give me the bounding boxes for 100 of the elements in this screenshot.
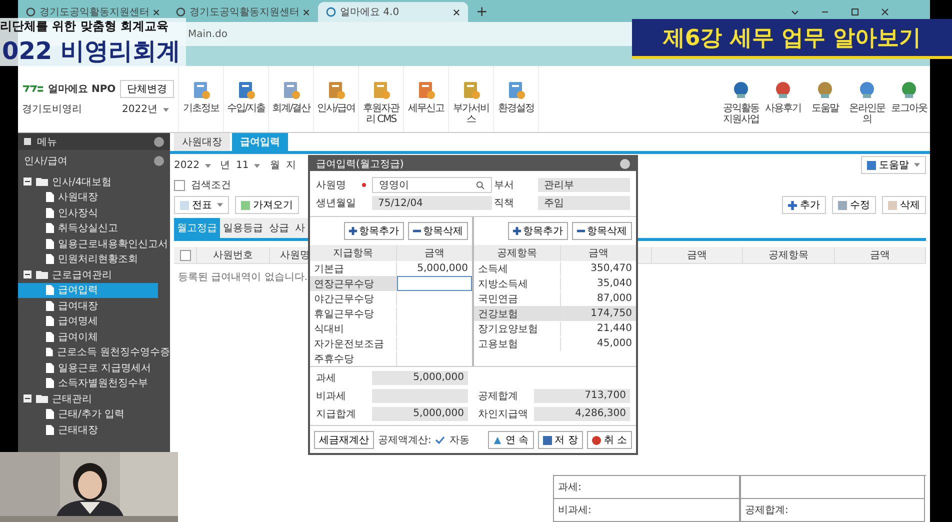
menu-item[interactable]: 기초정보 (179, 66, 224, 132)
input-field[interactable]: 75/12/04 (372, 196, 492, 210)
search-icon[interactable] (476, 180, 485, 190)
file-icon (46, 300, 54, 311)
input-field[interactable]: 영영이 (372, 177, 492, 193)
item-name: 소득세 (474, 262, 561, 276)
menu-item[interactable]: 환경설정 (494, 66, 539, 132)
menu-item[interactable]: 도움말 (804, 66, 846, 132)
maximize-icon[interactable] (850, 7, 860, 17)
tree-item[interactable]: 일용근로내용확인신고서 (18, 236, 170, 252)
field-label: 사원명 (316, 179, 347, 192)
year-select[interactable]: 2022년 (122, 102, 174, 116)
tree-folder[interactable]: 인사/4대보험 (18, 174, 170, 190)
caret-icon (204, 164, 211, 168)
file-icon (46, 332, 54, 342)
menu-item[interactable]: 온라인문의 (846, 66, 888, 132)
continue-button[interactable]: 연 속 (488, 431, 534, 449)
logo-icon (22, 84, 44, 94)
tree-folder[interactable]: 근로급여관리 (18, 267, 170, 282)
tree-item[interactable]: 소득자별원천징수부 (18, 376, 170, 391)
page-tab[interactable]: 사원대장 (174, 133, 230, 151)
search-checkbox[interactable] (174, 180, 185, 190)
add-item-button[interactable]: 항목추가 (344, 222, 404, 240)
menu-item[interactable]: 공익활동 지원사업 (720, 66, 762, 132)
tree-item[interactable]: 급여이체 (18, 329, 170, 344)
check-icon[interactable] (435, 435, 446, 445)
sub-tab[interactable]: 일용등급 (220, 218, 266, 238)
menu-item[interactable]: 회계/결산 (269, 66, 314, 132)
action-button[interactable]: 삭제 (882, 196, 926, 214)
input-field[interactable]: 주임 (538, 196, 630, 210)
remove-item-button[interactable]: 항목삭제 (408, 222, 468, 240)
toggle-icon[interactable] (23, 177, 32, 186)
table-row[interactable]: 건강보험 174,750 (474, 306, 636, 321)
action-button[interactable]: 수정 (832, 196, 876, 214)
year-select[interactable]: 2022 (174, 160, 214, 170)
input-field[interactable]: 관리부 (538, 178, 630, 192)
menu-item[interactable]: 인사/급여 (314, 66, 359, 132)
file-icon (46, 208, 54, 218)
tree-item[interactable]: 일용근로 지급명세서 (18, 360, 170, 376)
menu-item[interactable]: 수입/지출 (224, 66, 269, 132)
tree-item[interactable]: 급여명세 (18, 314, 170, 329)
amount-cell-text: 174,750 (590, 307, 633, 321)
toggle-icon[interactable] (23, 394, 32, 404)
tree-item[interactable]: 근태대장 (18, 422, 170, 438)
browser-tab[interactable]: 경기도공익활동지원센터 (168, 2, 318, 22)
help-button[interactable]: 도움말 (861, 156, 926, 174)
cancel-button[interactable]: 취 소 (586, 431, 632, 449)
import-button[interactable]: 가져오기 (235, 196, 299, 214)
tree-item[interactable]: 근태/추가 입력 (18, 406, 170, 422)
folder-icon (36, 394, 48, 404)
browser-tab[interactable]: 얼마에요 4.0 (318, 2, 468, 22)
tree-item[interactable]: 취득상실신고 (18, 220, 170, 236)
table-row[interactable]: 고용보험 45,000 (474, 336, 636, 351)
action-button[interactable]: 추가 (782, 196, 826, 214)
file-icon (46, 347, 53, 358)
summary-label: 비과세: (553, 499, 740, 522)
tree-item[interactable]: 사원대장 (18, 190, 170, 205)
amount-input[interactable] (397, 276, 472, 291)
tree-item[interactable]: 인사장식 (18, 205, 170, 220)
tree-item[interactable]: 민원처리현황조회 (18, 252, 170, 267)
remove-item-button[interactable]: 항목삭제 (572, 222, 632, 240)
month-select[interactable]: 11 (236, 160, 264, 170)
recalculate-button[interactable]: 세금재계산 (314, 431, 374, 449)
file-icon (46, 238, 54, 249)
file-icon (46, 409, 54, 420)
total-label: 비과세 (316, 390, 347, 403)
sub-tab[interactable]: 사 (292, 218, 308, 238)
toggle-icon[interactable] (23, 270, 32, 280)
address-field[interactable]: Main.do (188, 28, 228, 40)
file-icon (46, 254, 54, 264)
column-header: 금액 (834, 247, 926, 263)
table-row[interactable]: 야간근무수당 (310, 291, 472, 306)
table-row[interactable]: 휴일근무수당 (310, 306, 472, 321)
table-row[interactable]: 연장근무수당 (310, 276, 472, 291)
new-tab-button[interactable]: + (476, 4, 488, 20)
menu-item[interactable]: 세무신고 (404, 66, 449, 132)
save-button[interactable]: 저 장 (538, 431, 583, 449)
tree-item[interactable]: 근로소득 원천징수영수증 (18, 344, 170, 360)
table-row[interactable]: 식대비 (310, 321, 472, 336)
menu-item[interactable]: 로그아웃 (888, 66, 930, 132)
menu-item[interactable]: 사용후기 (762, 66, 804, 132)
table-row[interactable]: 주휴수당 (310, 351, 472, 366)
sub-tab[interactable]: 상급 (266, 218, 292, 238)
app-icon (815, 80, 835, 100)
add-item-button[interactable]: 항목추가 (508, 222, 568, 240)
table-row[interactable]: 소득세 350,470 (474, 261, 636, 276)
amount-cell-text: 21,440 (596, 322, 633, 336)
menu-item[interactable]: 부가서비스 (449, 66, 494, 132)
lecture-banner: 제6강 세무 업무 알아보기 (632, 19, 952, 59)
voucher-button[interactable]: 전표 (174, 196, 229, 214)
select-all-checkbox[interactable] (180, 250, 190, 260)
table-row[interactable]: 지방소득세 35,040 (474, 276, 636, 291)
table-row[interactable]: 자가운전보조금 (310, 336, 472, 351)
file-icon (46, 316, 54, 326)
tree-folder[interactable]: 근태관리 (18, 391, 170, 406)
menu-item[interactable]: 후원자관리 CMS (359, 66, 404, 132)
table-row[interactable]: 장기요양보험 21,440 (474, 321, 636, 336)
tree-item[interactable]: 급여대장 (18, 298, 170, 314)
column-header: 금액 (424, 247, 446, 261)
change-org-button[interactable]: 단체변경 (120, 80, 174, 98)
